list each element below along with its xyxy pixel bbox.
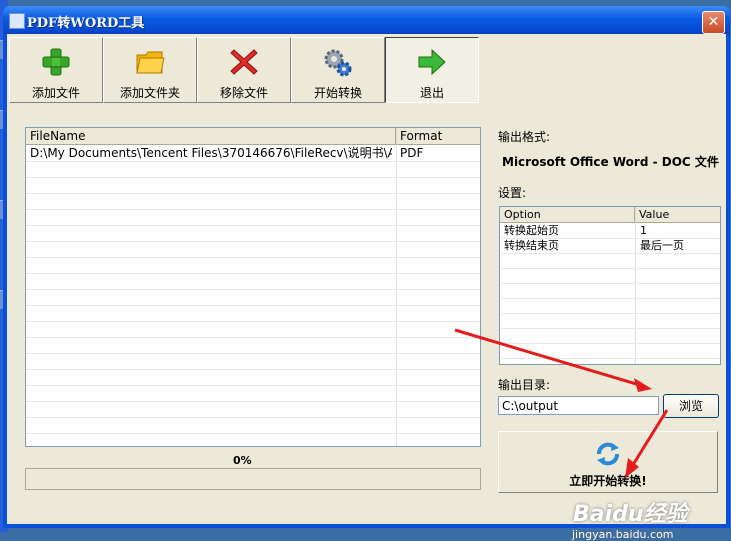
annotation-arrow: [629, 409, 669, 469]
annotation-arrow: [454, 328, 644, 388]
arrowhead: [634, 378, 652, 392]
annotation-arrows: [454, 328, 669, 478]
